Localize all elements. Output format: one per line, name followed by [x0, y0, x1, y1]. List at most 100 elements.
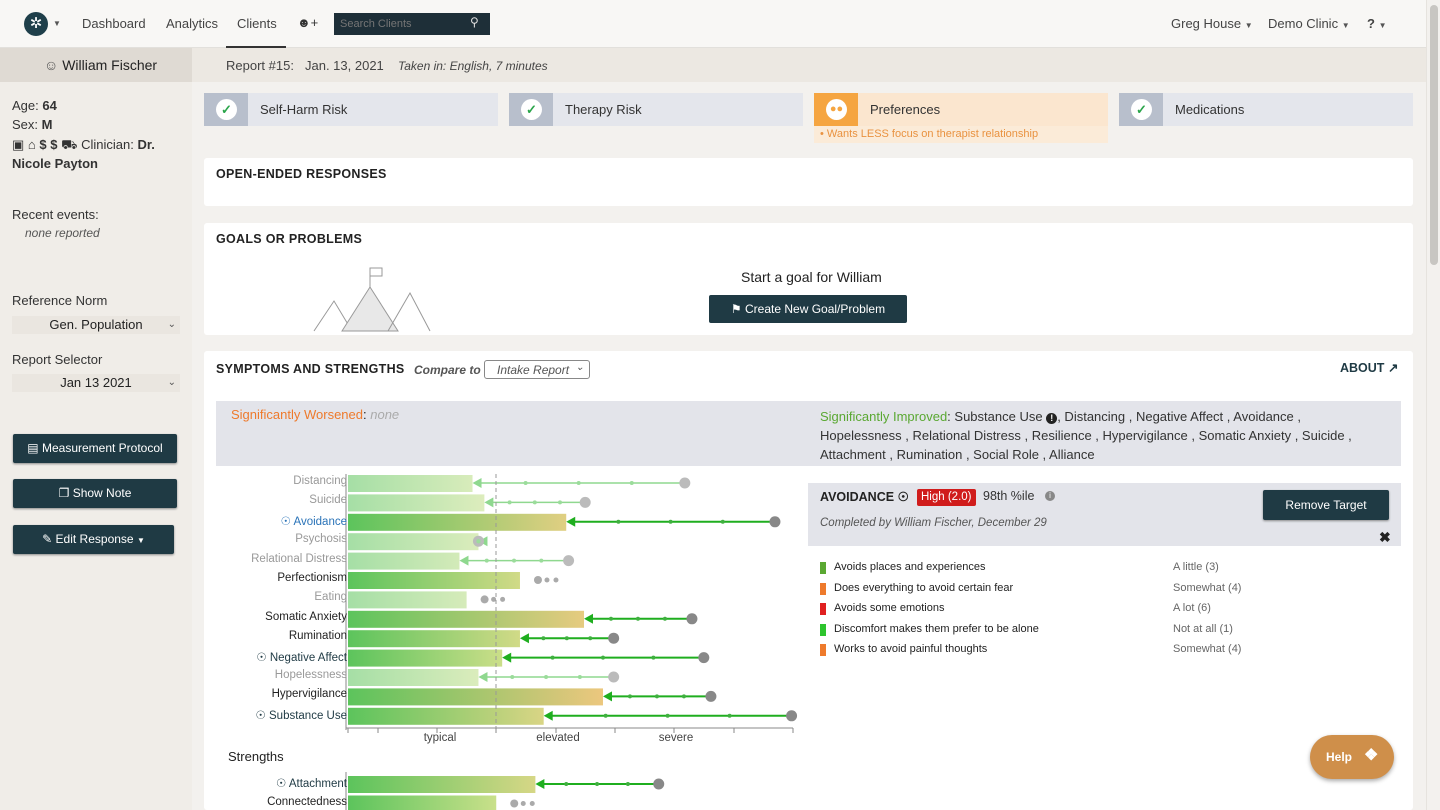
compare-select[interactable]: Intake Report ⌄: [484, 360, 590, 379]
chart-row[interactable]: [348, 688, 717, 706]
help-widget-button[interactable]: Help ❖: [1310, 735, 1394, 779]
close-icon[interactable]: ✖: [1379, 529, 1391, 546]
history-point: [577, 675, 582, 679]
item-text: Discomfort makes them prefer to be alone: [834, 622, 1039, 635]
chart-row[interactable]: [348, 649, 710, 667]
intake-point[interactable]: [698, 652, 710, 664]
chart-row[interactable]: [348, 795, 535, 810]
chart-row[interactable]: [348, 513, 781, 531]
nav-dashboard[interactable]: Dashboard: [82, 16, 146, 31]
severity-swatch: [820, 582, 826, 595]
row-label[interactable]: Hopelessness: [275, 669, 347, 681]
row-label[interactable]: ☉ Substance Use: [256, 708, 348, 722]
chart-row[interactable]: [348, 669, 620, 686]
row-label[interactable]: Eating: [314, 591, 347, 603]
bar-negative-affect[interactable]: [348, 649, 503, 667]
intake-point[interactable]: [679, 477, 691, 489]
logo-caret-icon[interactable]: ▼: [53, 19, 61, 28]
nav-clients[interactable]: Clients: [237, 16, 277, 31]
row-label[interactable]: Psychosis: [295, 533, 347, 545]
intake-point[interactable]: [608, 671, 620, 683]
chevron-down-icon: ⌄: [167, 377, 176, 388]
scrollbar-thumb[interactable]: [1430, 5, 1438, 265]
intake-point[interactable]: [608, 632, 620, 644]
bar-rumination[interactable]: [348, 630, 520, 648]
item-answer: Somewhat (4): [1173, 581, 1242, 594]
chart-row[interactable]: [348, 776, 665, 793]
clinic-menu[interactable]: Demo Clinic ▼: [1268, 16, 1350, 31]
bar-suicide[interactable]: [348, 494, 485, 512]
row-label[interactable]: Relational Distress: [251, 553, 347, 565]
intake-point[interactable]: [579, 496, 591, 508]
row-label[interactable]: Perfectionism: [277, 572, 347, 584]
report-header: Report #15: Jan. 13, 2021 Taken in: Engl…: [192, 48, 1426, 82]
intake-point[interactable]: [786, 710, 798, 722]
preferences-card[interactable]: ●● Preferences: [814, 93, 1108, 126]
chart-row[interactable]: [348, 533, 488, 551]
history-point: [600, 655, 605, 660]
search-icon[interactable]: ⚲: [470, 15, 479, 29]
info-icon[interactable]: i: [1045, 491, 1055, 501]
bar-perfectionism[interactable]: [348, 572, 520, 589]
row-label[interactable]: Hypervigilance: [272, 688, 347, 700]
nav-analytics[interactable]: Analytics: [166, 16, 218, 31]
report-selector-label: Report Selector: [12, 352, 103, 367]
row-label[interactable]: Somatic Anxiety: [265, 611, 347, 623]
create-goal-button[interactable]: ⚑ Create New Goal/Problem: [709, 295, 907, 323]
history-point: [681, 694, 686, 699]
chevron-down-icon: ▼: [1244, 21, 1253, 30]
row-label[interactable]: ☉ Attachment: [276, 776, 347, 790]
improved-summary: Significantly Improved: Substance Use !,…: [820, 409, 1352, 462]
remove-target-button[interactable]: Remove Target: [1263, 490, 1389, 520]
add-client-icon[interactable]: ☻+: [297, 15, 318, 30]
chart-row[interactable]: [348, 552, 575, 570]
bar-substance-use[interactable]: [348, 707, 544, 725]
check-icon: ✓: [521, 99, 542, 120]
row-label[interactable]: ☉ Negative Affect: [256, 650, 347, 664]
self-harm-risk-card[interactable]: ✓ Self-Harm Risk: [204, 93, 498, 126]
intake-point[interactable]: [705, 690, 717, 702]
row-label[interactable]: Connectedness: [267, 796, 347, 808]
bar-distancing[interactable]: [348, 475, 473, 492]
chart-row[interactable]: [348, 610, 698, 628]
ref-norm-select[interactable]: Gen. Population ⌄: [12, 316, 180, 334]
arrow-head: [543, 710, 553, 721]
about-link[interactable]: ABOUT ↗: [1340, 360, 1398, 375]
row-label[interactable]: Rumination: [289, 630, 347, 642]
intake-point[interactable]: [769, 516, 781, 528]
row-label[interactable]: Suicide: [309, 494, 347, 506]
page-scrollbar[interactable]: [1426, 0, 1440, 810]
chart-row[interactable]: [348, 572, 559, 589]
bar-attachment[interactable]: [348, 776, 536, 793]
measurement-protocol-button[interactable]: ▤ Measurement Protocol: [13, 434, 177, 463]
bar-connectedness[interactable]: [348, 795, 497, 810]
row-label[interactable]: Distancing: [293, 475, 347, 487]
intake-point[interactable]: [653, 778, 665, 790]
chart-row[interactable]: [348, 494, 591, 512]
intake-point[interactable]: [563, 555, 575, 567]
chart-row[interactable]: [348, 591, 506, 609]
therapy-risk-card[interactable]: ✓ Therapy Risk: [509, 93, 803, 126]
bar-eating[interactable]: [348, 591, 467, 609]
intake-point[interactable]: [686, 613, 698, 625]
medications-card[interactable]: ✓ Medications: [1119, 93, 1413, 126]
bar-relational-distress[interactable]: [348, 552, 460, 570]
bar-somatic-anxiety[interactable]: [348, 610, 585, 628]
search-clients-input[interactable]: [334, 13, 490, 35]
app-logo-icon[interactable]: ✲: [24, 12, 48, 36]
bar-hypervigilance[interactable]: [348, 688, 603, 706]
bar-psychosis[interactable]: [348, 533, 479, 551]
arrow-head: [535, 779, 545, 789]
bar-hopelessness[interactable]: [348, 669, 479, 686]
chart-row[interactable]: [348, 707, 798, 725]
row-label[interactable]: ☉ Avoidance: [281, 514, 347, 528]
chart-row[interactable]: [348, 475, 691, 492]
bar-avoidance[interactable]: [348, 513, 567, 531]
flag-icon: ⚑: [730, 302, 742, 316]
arrow-head: [484, 497, 494, 508]
finance-icons: $ $: [39, 137, 58, 152]
help-menu-icon[interactable]: ? ▼: [1367, 16, 1386, 31]
user-menu[interactable]: Greg House ▼: [1171, 16, 1253, 31]
report-selector-select[interactable]: Jan 13 2021 ⌄: [12, 374, 180, 392]
chart-row[interactable]: [348, 630, 620, 648]
